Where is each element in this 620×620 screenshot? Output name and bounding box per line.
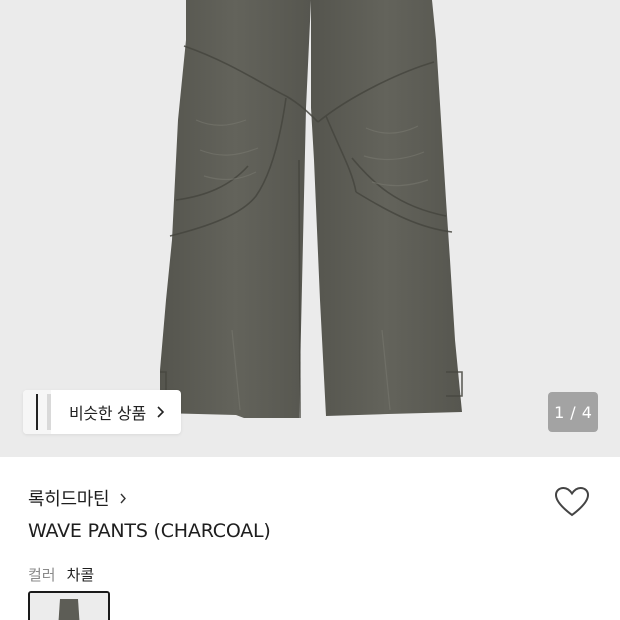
chevron-right-icon [120, 493, 127, 503]
pager-total: 4 [581, 402, 592, 422]
color-swatch-charcoal[interactable] [28, 591, 110, 620]
pager-current: 1 [554, 402, 565, 422]
color-option-value: 차콜 [66, 566, 95, 584]
brand-name: 록히드마틴 [28, 489, 110, 510]
chevron-right-icon [157, 406, 165, 418]
color-option-row: 컬러 차콜 [28, 564, 94, 585]
brand-link[interactable]: 록히드마틴 [28, 486, 127, 510]
pager-separator: / [570, 402, 576, 422]
similar-products-button[interactable]: 비슷한 상품 [23, 390, 181, 434]
similar-product-thumbnail [23, 390, 51, 434]
swatch-thumbnail [30, 593, 108, 620]
heart-icon[interactable] [554, 486, 590, 518]
product-image-gallery[interactable]: 비슷한 상품 1 / 4 [0, 0, 620, 457]
product-title: WAVE PANTS (CHARCOAL) [28, 520, 271, 542]
similar-products-label: 비슷한 상품 [69, 404, 146, 423]
image-pager: 1 / 4 [548, 392, 598, 432]
color-option-label: 컬러 [28, 566, 56, 584]
product-image-wave-pants [160, 0, 463, 419]
